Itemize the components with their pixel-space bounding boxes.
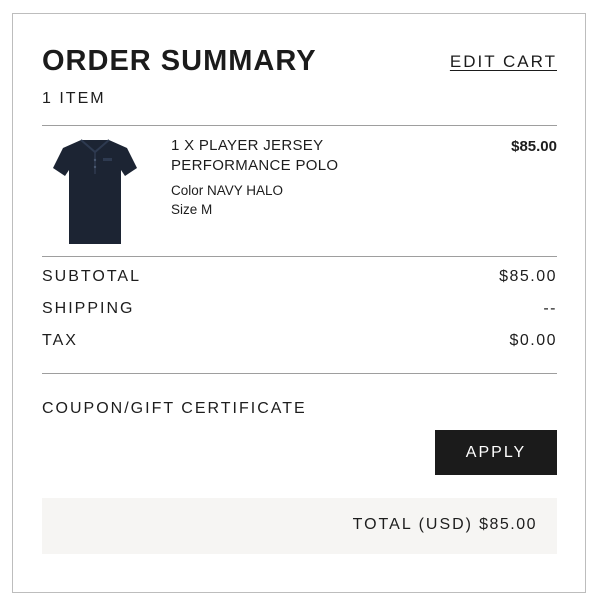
shipping-label: SHIPPING bbox=[42, 300, 135, 317]
product-color: Color NAVY HALO bbox=[171, 183, 284, 198]
apply-button[interactable]: APPLY bbox=[435, 430, 557, 475]
divider bbox=[42, 373, 557, 374]
edit-cart-link[interactable]: EDIT CART bbox=[450, 52, 557, 72]
product-quantity-line: 1 X PLAYER JERSEY bbox=[171, 137, 324, 154]
total-value: $85.00 bbox=[479, 516, 537, 533]
coupon-label[interactable]: COUPON/GIFT CERTIFICATE bbox=[42, 400, 307, 418]
divider bbox=[42, 256, 557, 257]
divider bbox=[42, 125, 557, 126]
product-size: Size M bbox=[171, 202, 213, 217]
tax-value: $0.00 bbox=[509, 332, 557, 349]
tax-label: TAX bbox=[42, 332, 78, 349]
subtotal-row: SUBTOTAL $85.00 bbox=[42, 268, 557, 290]
tax-row: TAX $0.00 bbox=[42, 332, 557, 354]
page-title: ORDER SUMMARY bbox=[42, 45, 317, 77]
order-summary-panel: ORDER SUMMARY EDIT CART 1 ITEM 1 X PLAYE… bbox=[12, 13, 586, 593]
shipping-row: SHIPPING -- bbox=[42, 300, 557, 322]
subtotal-value: $85.00 bbox=[499, 268, 557, 285]
total-bar: TOTAL (USD) $85.00 bbox=[42, 498, 557, 554]
product-image bbox=[53, 139, 137, 244]
product-name-line: PERFORMANCE POLO bbox=[171, 157, 339, 174]
product-price: $85.00 bbox=[511, 138, 557, 155]
total-label: TOTAL (USD) bbox=[352, 516, 473, 533]
polo-shirt-icon bbox=[53, 139, 137, 244]
product-title: 1 X PLAYER JERSEY PERFORMANCE POLO bbox=[171, 136, 411, 176]
item-count: 1 ITEM bbox=[42, 90, 106, 107]
shipping-value: -- bbox=[543, 300, 557, 317]
subtotal-label: SUBTOTAL bbox=[42, 268, 141, 285]
